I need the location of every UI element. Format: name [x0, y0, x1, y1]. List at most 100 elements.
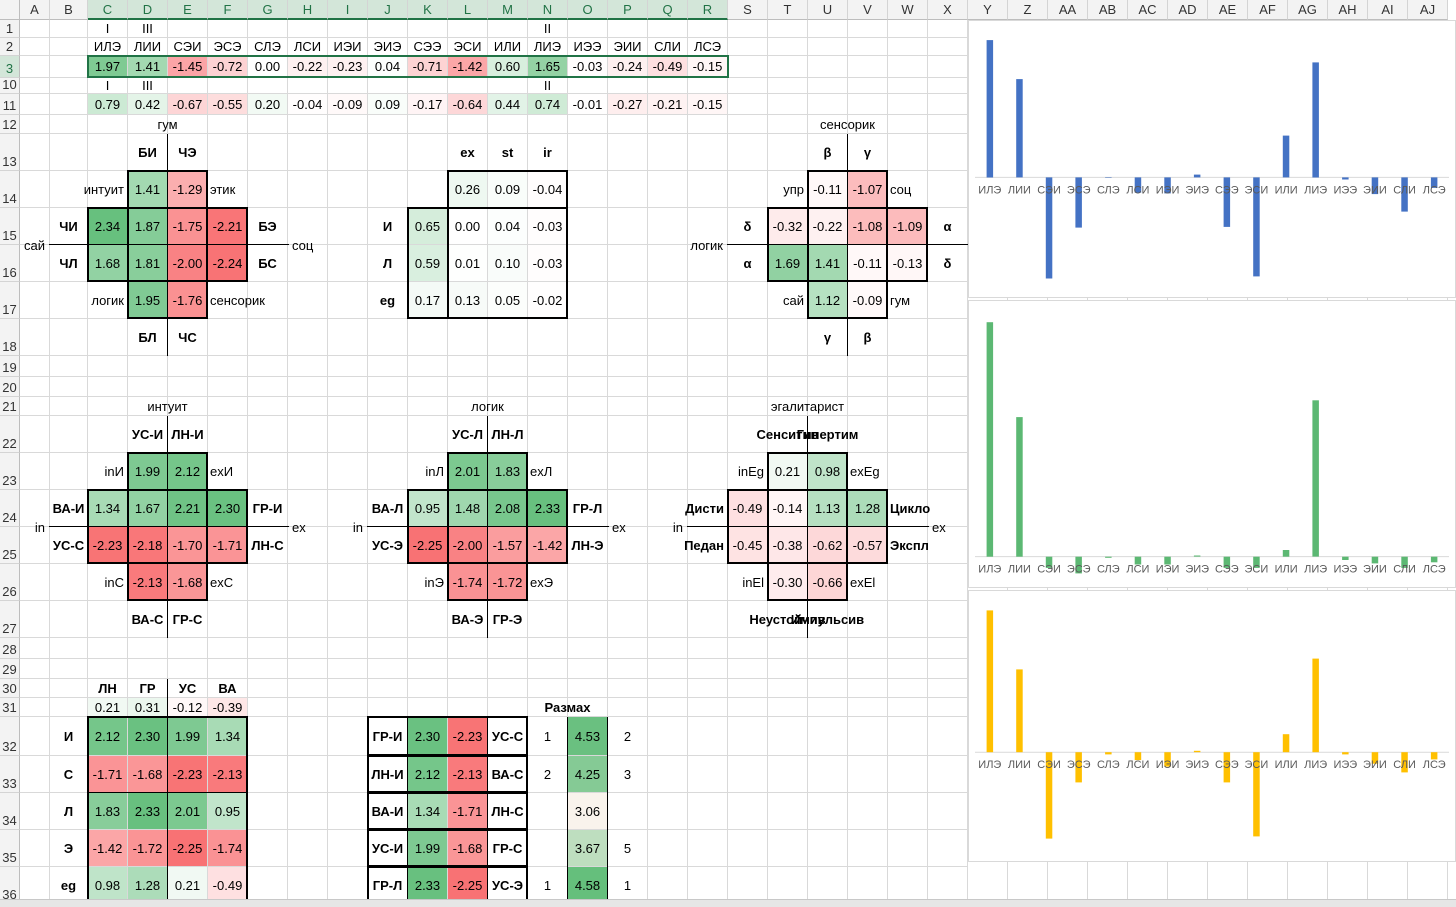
rank-cell[interactable]: 3 [608, 756, 647, 792]
pair-label[interactable]: УС-С [488, 717, 527, 755]
type-header[interactable]: ЛСИ [288, 38, 327, 55]
score-cell[interactable]: 1.97 [88, 56, 127, 77]
column-header[interactable]: B [50, 0, 88, 20]
row-header[interactable]: 33 [0, 756, 20, 793]
quadrant-label[interactable]: ВА-С [128, 601, 167, 637]
chart-bar[interactable] [1105, 177, 1112, 178]
score-cell[interactable]: 0.04 [368, 56, 407, 77]
row-header[interactable]: 17 [0, 282, 20, 319]
value-cell[interactable]: -2.21 [208, 208, 247, 244]
column-header[interactable]: D [128, 0, 168, 20]
column-header[interactable]: L [448, 0, 488, 20]
value-cell[interactable]: 0.00 [448, 208, 487, 244]
table-title[interactable]: Размах [528, 698, 607, 716]
value-cell[interactable]: -0.30 [768, 564, 807, 600]
row-header[interactable]: 12 [0, 115, 20, 134]
side-label[interactable]: exEl [848, 564, 927, 600]
value-cell[interactable]: -1.68 [168, 564, 207, 600]
column-label[interactable]: ir [528, 134, 567, 170]
score-cell[interactable]: 0.42 [128, 94, 167, 114]
pair-label[interactable]: ГР-Л [368, 867, 407, 903]
row-label[interactable]: БЭ [248, 208, 287, 244]
score-cell[interactable]: 1.41 [128, 56, 167, 77]
group-mark[interactable]: II [528, 20, 567, 37]
value-cell[interactable]: -1.68 [128, 756, 167, 792]
side-label[interactable]: упр [728, 171, 807, 207]
axis-label-top[interactable]: логик [408, 397, 567, 415]
row-label[interactable]: ВА-И [50, 490, 87, 526]
row-header[interactable]: 31 [0, 698, 20, 717]
value-cell[interactable]: 0.95 [208, 793, 247, 829]
row-header[interactable]: 14 [0, 171, 20, 208]
value-cell[interactable]: -0.09 [848, 282, 887, 318]
value-cell[interactable]: 1.87 [128, 208, 167, 244]
row-label[interactable]: БС [248, 245, 287, 281]
type-header[interactable]: СЭИ [168, 38, 207, 55]
value-cell[interactable]: 1.95 [128, 282, 167, 318]
axis-label-left[interactable]: in [654, 518, 686, 536]
value-cell[interactable]: -1.71 [448, 793, 487, 829]
range-cell[interactable]: 3.67 [568, 830, 607, 866]
value-cell[interactable]: -0.38 [768, 527, 807, 563]
axis-label-top[interactable]: гум [88, 115, 247, 133]
score-cell[interactable]: 0.74 [528, 94, 567, 114]
value-cell[interactable]: -2.25 [448, 867, 487, 903]
axis-label-top[interactable]: сенсорик [768, 115, 927, 133]
type-header[interactable]: ЭСИ [448, 38, 487, 55]
column-header[interactable]: I [328, 0, 368, 20]
value-cell[interactable]: 2.33 [128, 793, 167, 829]
row-label[interactable]: ЛН-Э [568, 527, 607, 563]
side-label[interactable]: inИ [50, 453, 127, 489]
column-header[interactable]: P [608, 0, 648, 20]
quadrant-label[interactable]: ЛН-И [168, 416, 207, 452]
value-cell[interactable]: 1.41 [128, 171, 167, 207]
row-header[interactable]: 1 [0, 20, 20, 38]
row-header[interactable]: 32 [0, 717, 20, 756]
value-cell[interactable]: 2.21 [168, 490, 207, 526]
axis-label-right[interactable]: ex [930, 518, 962, 536]
side-label[interactable]: inЛ [368, 453, 447, 489]
quadrant-label[interactable]: Импульсив [791, 601, 864, 637]
row-header[interactable]: 21 [0, 397, 20, 416]
value-cell[interactable]: -0.04 [528, 171, 567, 207]
chart-bar[interactable] [1371, 556, 1379, 564]
group-mark[interactable]: III [128, 20, 167, 37]
value-cell[interactable]: 1.13 [808, 490, 847, 526]
value-cell[interactable]: 2.30 [408, 717, 447, 755]
axis-label-left[interactable]: in [16, 518, 48, 536]
spreadsheet[interactable]: I III II ИЛЭ ЛИИ СЭИ ЭСЭ СЛЭ ЛСИ ИЭИ ЭИЭ СЭЭ ЭСИ ИЛИ Л… [0, 0, 1456, 907]
value-cell[interactable]: -0.45 [728, 527, 767, 563]
axis-label-right[interactable]: ex [290, 518, 322, 536]
pair-label[interactable]: ГР-И [368, 717, 407, 755]
chart-bar[interactable] [1312, 62, 1319, 178]
axis-label-left[interactable]: in [334, 518, 366, 536]
value-cell[interactable]: 0.59 [408, 245, 447, 281]
column-label[interactable]: УС [168, 679, 207, 697]
value-cell[interactable]: 1.34 [208, 717, 247, 755]
quadrant-label[interactable]: БИ [128, 134, 167, 170]
pair-label[interactable]: ЛН-С [488, 793, 527, 829]
row-header[interactable]: 26 [0, 564, 20, 601]
type-header[interactable]: СЛЭ [248, 38, 287, 55]
score-cell[interactable]: -1.45 [168, 56, 207, 77]
value-cell[interactable]: 0.10 [488, 245, 527, 281]
quadrant-label[interactable]: γ [808, 319, 847, 355]
row-label[interactable]: α [728, 245, 767, 281]
value-cell[interactable]: -0.11 [808, 171, 847, 207]
row-label[interactable]: Экспл [888, 527, 929, 563]
value-cell[interactable]: -0.03 [528, 245, 567, 281]
row-label[interactable]: Дисти [685, 490, 727, 526]
value-cell[interactable]: 2.12 [88, 717, 127, 755]
value-cell[interactable]: -1.07 [848, 171, 887, 207]
value-cell[interactable]: -0.39 [208, 698, 247, 716]
value-cell[interactable]: -1.42 [528, 527, 567, 563]
value-cell[interactable]: 1.28 [848, 490, 887, 526]
score-cell[interactable]: 1.65 [528, 56, 567, 77]
pair-label[interactable]: ЛН-И [368, 756, 407, 792]
row-label[interactable]: α [928, 208, 967, 244]
row-header[interactable]: 2 [0, 38, 20, 56]
score-cell[interactable]: -0.15 [688, 56, 727, 77]
row-header[interactable]: 30 [0, 679, 20, 698]
type-header[interactable]: ЛИЭ [528, 38, 567, 55]
range-cell[interactable]: 4.58 [568, 867, 607, 903]
